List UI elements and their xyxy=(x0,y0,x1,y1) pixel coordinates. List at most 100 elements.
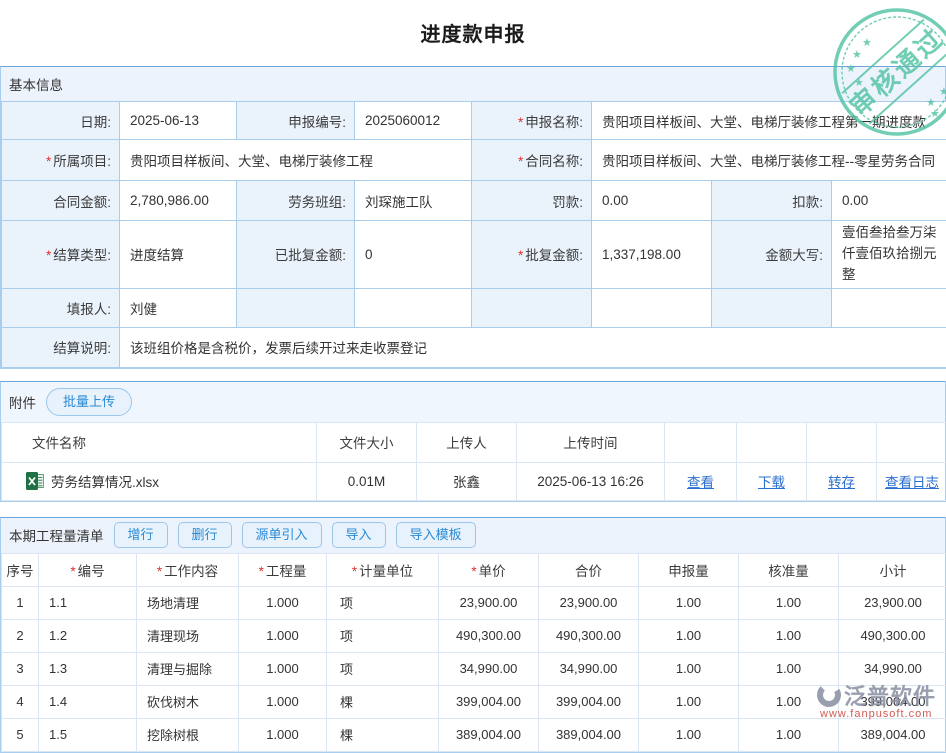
import-template-button[interactable]: 导入模板 xyxy=(396,522,476,548)
cell-subtotal: 490,300.00 xyxy=(839,619,946,652)
excel-file-icon xyxy=(26,472,44,490)
table-row[interactable]: 5 1.5 挖除树根 1.000 棵 389,004.00 389,004.00… xyxy=(2,718,946,751)
download-link[interactable]: 下载 xyxy=(758,475,785,490)
cell-work-content: 场地清理 xyxy=(137,586,239,619)
file-upload-time: 2025-06-13 16:26 xyxy=(517,462,665,500)
required-mark: * xyxy=(70,564,75,579)
cell-approved-qty: 1.00 xyxy=(739,718,839,751)
cell-unit-price: 389,004.00 xyxy=(439,718,539,751)
cell-code: 1.4 xyxy=(39,685,137,718)
required-mark: * xyxy=(352,564,357,579)
cell-subtotal: 34,990.00 xyxy=(839,652,946,685)
settle-type-value: 进度结算 xyxy=(120,221,237,289)
view-log-link[interactable]: 查看日志 xyxy=(885,475,939,490)
cell-unit-price: 34,990.00 xyxy=(439,652,539,685)
required-mark: * xyxy=(518,154,523,169)
empty-label-cell xyxy=(237,288,355,327)
empty-value-cell xyxy=(355,288,472,327)
approved-amount-value: 1,337,198.00 xyxy=(592,221,712,289)
col-total-price: 合价 xyxy=(539,553,639,586)
table-row[interactable]: 4 1.4 砍伐树木 1.000 棵 399,004.00 399,004.00… xyxy=(2,685,946,718)
add-row-button[interactable]: 增行 xyxy=(114,522,168,548)
worklist-header: 本期工程量清单 增行 删行 源单引入 导入 导入模板 xyxy=(1,518,945,553)
basic-info-title: 基本信息 xyxy=(9,74,63,94)
decl-no-label: 申报编号: xyxy=(237,102,355,140)
col-work-content: *工作内容 xyxy=(137,553,239,586)
page-title: 进度款申报 xyxy=(0,0,946,66)
batch-upload-button[interactable]: 批量上传 xyxy=(46,388,132,416)
delete-row-button[interactable]: 删行 xyxy=(178,522,232,548)
cell-code: 1.2 xyxy=(39,619,137,652)
cell-work-content: 挖除树根 xyxy=(137,718,239,751)
cell-declared-qty: 1.00 xyxy=(639,685,739,718)
required-mark: * xyxy=(471,564,476,579)
basic-info-form: 日期: 2025-06-13 申报编号: 2025060012 *申报名称: 贵… xyxy=(1,101,946,368)
project-value: 贵阳项目样板间、大堂、电梯厅装修工程 xyxy=(120,140,472,181)
cell-unit-price: 490,300.00 xyxy=(439,619,539,652)
attachments-section: 附件 批量上传 文件名称 文件大小 上传人 上传时间 xyxy=(0,381,946,502)
cell-approved-qty: 1.00 xyxy=(739,652,839,685)
cell-quantity: 1.000 xyxy=(239,718,327,751)
empty-label-cell xyxy=(472,288,592,327)
deduction-value: 0.00 xyxy=(832,181,946,221)
cell-total-price: 34,990.00 xyxy=(539,652,639,685)
settle-note-label: 结算说明: xyxy=(2,327,120,367)
cell-seq: 2 xyxy=(2,619,39,652)
table-row[interactable]: 2 1.2 清理现场 1.000 项 490,300.00 490,300.00… xyxy=(2,619,946,652)
cell-total-price: 23,900.00 xyxy=(539,586,639,619)
reporter-label: 填报人: xyxy=(2,288,120,327)
cell-work-content: 砍伐树木 xyxy=(137,685,239,718)
upload-time-header: 上传时间 xyxy=(517,422,665,462)
worklist-header-row: 序号 *编号 *工作内容 *工程量 *计量单位 *单价 合价 申报量 核准量 小… xyxy=(2,553,946,586)
cell-seq: 4 xyxy=(2,685,39,718)
cell-quantity: 1.000 xyxy=(239,586,327,619)
empty-header-cell xyxy=(665,422,737,462)
contract-amount-label: 合同金额: xyxy=(2,181,120,221)
col-code: *编号 xyxy=(39,553,137,586)
import-button[interactable]: 导入 xyxy=(332,522,386,548)
required-mark: * xyxy=(259,564,264,579)
required-mark: * xyxy=(46,248,51,263)
decl-name-label: *申报名称: xyxy=(472,102,592,140)
table-row[interactable]: 3 1.3 清理与掘除 1.000 项 34,990.00 34,990.00 … xyxy=(2,652,946,685)
cell-total-price: 399,004.00 xyxy=(539,685,639,718)
amount-words-label: 金额大写: xyxy=(712,221,832,289)
empty-header-cell xyxy=(807,422,877,462)
cell-subtotal: 23,900.00 xyxy=(839,586,946,619)
empty-value-cell xyxy=(832,288,946,327)
penalty-value: 0.00 xyxy=(592,181,712,221)
cell-seq: 5 xyxy=(2,718,39,751)
transfer-link[interactable]: 转存 xyxy=(828,475,855,490)
file-name-header: 文件名称 xyxy=(2,422,317,462)
cell-subtotal: 389,004.00 xyxy=(839,718,946,751)
file-size: 0.01M xyxy=(317,462,417,500)
col-quantity: *工程量 xyxy=(239,553,327,586)
empty-header-cell xyxy=(737,422,807,462)
col-subtotal: 小计 xyxy=(839,553,946,586)
table-row[interactable]: 1 1.1 场地清理 1.000 项 23,900.00 23,900.00 1… xyxy=(2,586,946,619)
file-uploader: 张鑫 xyxy=(417,462,517,500)
cell-total-price: 389,004.00 xyxy=(539,718,639,751)
cell-subtotal: 399,004.00 xyxy=(839,685,946,718)
cell-unit-price: 23,900.00 xyxy=(439,586,539,619)
file-size-header: 文件大小 xyxy=(317,422,417,462)
contract-name-value: 贵阳项目样板间、大堂、电梯厅装修工程--零星劳务合同 xyxy=(592,140,946,181)
view-link[interactable]: 查看 xyxy=(687,475,714,490)
attachments-title: 附件 xyxy=(9,392,36,412)
attachments-table: 文件名称 文件大小 上传人 上传时间 xyxy=(1,422,946,501)
penalty-label: 罚款: xyxy=(472,181,592,221)
cell-unit: 项 xyxy=(327,619,439,652)
source-import-button[interactable]: 源单引入 xyxy=(242,522,322,548)
worklist-section: 本期工程量清单 增行 删行 源单引入 导入 导入模板 序号 *编号 *工作内容 … xyxy=(0,517,946,753)
cell-declared-qty: 1.00 xyxy=(639,586,739,619)
approved-before-value: 0 xyxy=(355,221,472,289)
cell-approved-qty: 1.00 xyxy=(739,619,839,652)
cell-declared-qty: 1.00 xyxy=(639,718,739,751)
required-mark: * xyxy=(157,564,162,579)
col-seq: 序号 xyxy=(2,553,39,586)
amount-words-value: 壹佰叁拾叁万柒仟壹佰玖拾捌元整 xyxy=(832,221,946,289)
date-label: 日期: xyxy=(2,102,120,140)
cell-unit: 棵 xyxy=(327,685,439,718)
cell-quantity: 1.000 xyxy=(239,685,327,718)
worklist-table: 序号 *编号 *工作内容 *工程量 *计量单位 *单价 合价 申报量 核准量 小… xyxy=(1,553,946,752)
